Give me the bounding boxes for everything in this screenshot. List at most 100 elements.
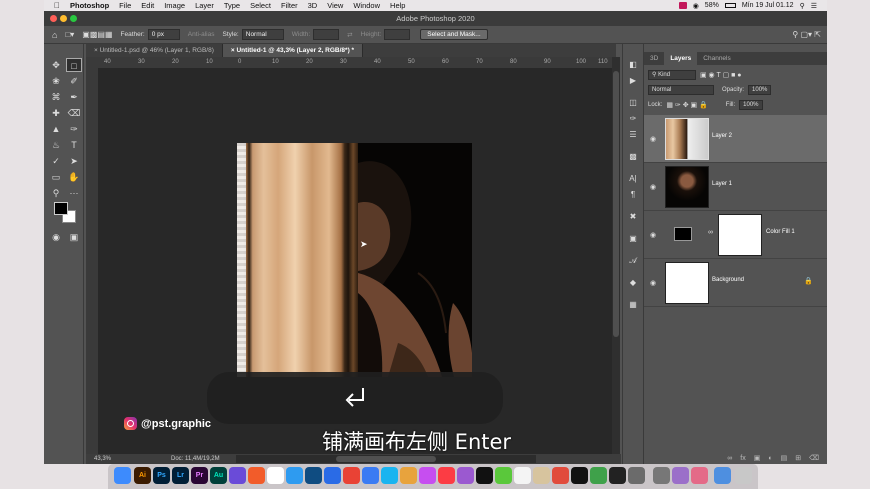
- app-icon[interactable]: [381, 467, 398, 484]
- group-icon[interactable]: ▤: [781, 454, 788, 462]
- app-icon[interactable]: [691, 467, 708, 484]
- brush-tool-icon[interactable]: ✑: [66, 122, 82, 136]
- menu-window[interactable]: Window: [353, 1, 380, 10]
- crop-tool-icon[interactable]: ⌘: [48, 90, 64, 104]
- app-icon[interactable]: [248, 467, 265, 484]
- menu-list-icon[interactable]: ☰: [811, 2, 817, 10]
- horizontal-ruler[interactable]: 40 30 20 10 0 10 20 30 40 50 60 70 80 90…: [98, 57, 612, 68]
- tools-preset-icon[interactable]: ✖: [626, 210, 640, 224]
- tab-untitled-psd[interactable]: × Untitled-1.psd @ 46% (Layer 1, RGB/8): [86, 44, 223, 57]
- eye-icon[interactable]: ◉: [650, 231, 660, 239]
- trash-icon[interactable]: [735, 467, 752, 484]
- menu-help[interactable]: Help: [390, 1, 405, 10]
- blend-mode-select[interactable]: Normal: [648, 84, 714, 95]
- history-icon[interactable]: ◧: [626, 58, 640, 72]
- fx-icon[interactable]: fx: [740, 455, 745, 462]
- app-icon[interactable]: [514, 467, 531, 484]
- opacity-input[interactable]: 100%: [748, 84, 772, 95]
- adjustments-icon[interactable]: ☰: [626, 128, 640, 142]
- app-icon[interactable]: [590, 467, 607, 484]
- new-layer-icon[interactable]: ⊞: [795, 454, 801, 462]
- eraser-tool-icon[interactable]: ⌫: [66, 106, 82, 120]
- layer-thumbnail[interactable]: [665, 118, 709, 160]
- paragraph-icon[interactable]: ¶: [626, 188, 640, 202]
- menu-photoshop[interactable]: Photoshop: [70, 1, 109, 10]
- doc-size[interactable]: Doc: 11,4M/19,2M: [171, 454, 220, 464]
- glyphs-icon[interactable]: 𝒜: [626, 254, 640, 268]
- healing-tool-icon[interactable]: ✚: [48, 106, 64, 120]
- layer-thumbnail[interactable]: [665, 262, 709, 304]
- layer-thumbnail[interactable]: [665, 166, 709, 208]
- menu-select[interactable]: Select: [250, 1, 271, 10]
- illustrator-icon[interactable]: Ai: [134, 467, 151, 484]
- search-icon[interactable]: ⚲: [800, 2, 805, 10]
- character-icon[interactable]: A|: [626, 172, 640, 186]
- audition-icon[interactable]: Au: [210, 467, 227, 484]
- brush-settings-icon[interactable]: ✑: [626, 112, 640, 126]
- kind-filter-select[interactable]: ⚲ Kind: [648, 69, 696, 80]
- swap-icon[interactable]: ⇄: [347, 31, 352, 39]
- menu-type[interactable]: Type: [224, 1, 240, 10]
- adjustment-icon[interactable]: ◐: [768, 455, 772, 462]
- eye-icon[interactable]: ◉: [650, 279, 660, 287]
- horizontal-scrollbar[interactable]: [236, 455, 536, 463]
- move-tool-icon[interactable]: ✥: [48, 58, 64, 72]
- app-icon[interactable]: [495, 467, 512, 484]
- music-icon[interactable]: [438, 467, 455, 484]
- app-icon[interactable]: [653, 467, 670, 484]
- app-icon[interactable]: [552, 467, 569, 484]
- calendar-icon[interactable]: [267, 467, 284, 484]
- app-icon[interactable]: [609, 467, 626, 484]
- path-select-tool-icon[interactable]: ➤: [66, 154, 82, 168]
- premiere-icon[interactable]: Pr: [191, 467, 208, 484]
- app-icon[interactable]: [400, 467, 417, 484]
- quick-mask-icon[interactable]: ◉: [48, 230, 64, 244]
- minimize-icon[interactable]: [60, 15, 67, 22]
- shape-tool-icon[interactable]: ▭: [48, 170, 64, 184]
- app-icon[interactable]: [305, 467, 322, 484]
- chrome-icon[interactable]: [343, 467, 360, 484]
- lock-icons[interactable]: ▦ ✑ ✥ ▣ 🔒: [666, 101, 707, 109]
- menu-file[interactable]: File: [119, 1, 131, 10]
- layer-name[interactable]: Background: [712, 277, 744, 283]
- menu-image[interactable]: Image: [164, 1, 185, 10]
- app-icon[interactable]: [324, 467, 341, 484]
- paint-bucket-icon[interactable]: ♨: [48, 138, 64, 152]
- workspace-icons[interactable]: ⚲ ▢▾ ⇱: [792, 30, 821, 39]
- layer-row[interactable]: ◉ ∞ Color Fill 1: [644, 211, 827, 259]
- layer-name[interactable]: Color Fill 1: [766, 229, 795, 235]
- lasso-tool-icon[interactable]: ❀: [48, 74, 64, 88]
- app-icon[interactable]: [286, 467, 303, 484]
- lightroom-icon[interactable]: Lr: [172, 467, 189, 484]
- app-icon[interactable]: [571, 467, 588, 484]
- app-icon[interactable]: [362, 467, 379, 484]
- trash-icon[interactable]: ⌫: [809, 454, 819, 462]
- filter-icons[interactable]: ▣ ◉ T ▢ ■ ●: [700, 71, 742, 79]
- quick-select-tool-icon[interactable]: ✐: [66, 74, 82, 88]
- fill-layer-icon[interactable]: [674, 227, 692, 241]
- zoom-tool-icon[interactable]: ⚲: [48, 186, 64, 200]
- layer-row[interactable]: ◉ Layer 2: [644, 115, 827, 163]
- podcasts-icon[interactable]: [457, 467, 474, 484]
- lock-icon[interactable]: 🔒: [804, 277, 813, 285]
- style-select[interactable]: Normal: [241, 29, 284, 40]
- app-icon[interactable]: [229, 467, 246, 484]
- properties-icon[interactable]: ▣: [626, 232, 640, 246]
- width-input[interactable]: [313, 29, 340, 40]
- vertical-ruler[interactable]: [86, 68, 98, 454]
- 3d-icon[interactable]: ◆: [626, 276, 640, 290]
- menu-edit[interactable]: Edit: [141, 1, 154, 10]
- zoom-level[interactable]: 43,3%: [94, 454, 111, 464]
- layer-name[interactable]: Layer 2: [712, 133, 732, 139]
- menu-layer[interactable]: Layer: [195, 1, 214, 10]
- app-icon[interactable]: [419, 467, 436, 484]
- tab-3d[interactable]: 3D: [644, 52, 664, 65]
- recording-icon[interactable]: [678, 2, 687, 9]
- home-icon[interactable]: ⌂: [52, 30, 57, 40]
- tab-channels[interactable]: Channels: [697, 52, 736, 65]
- link-icon[interactable]: ∞: [727, 455, 732, 462]
- screen-mode-icon[interactable]: ▣: [66, 230, 82, 244]
- rect-marquee-tool-icon[interactable]: □: [66, 58, 82, 72]
- play-icon[interactable]: ▶: [626, 74, 640, 88]
- libraries-icon[interactable]: ▩: [626, 150, 640, 164]
